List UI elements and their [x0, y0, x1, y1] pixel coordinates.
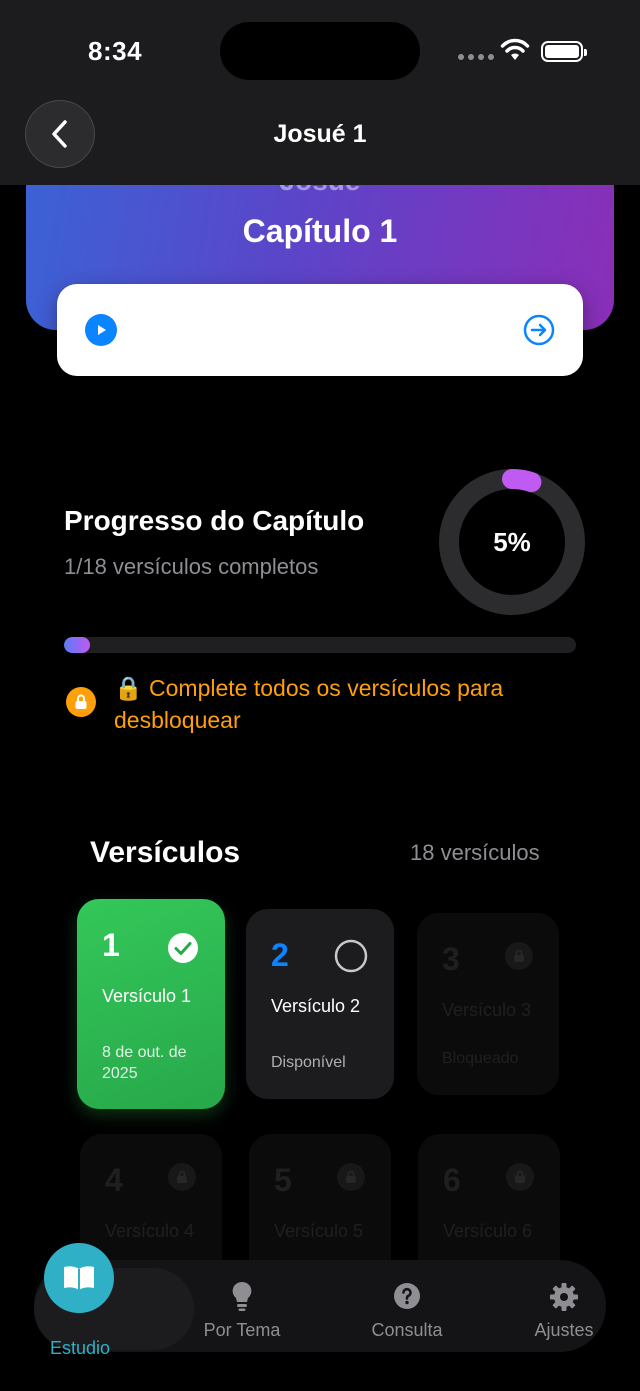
- tab-ajustes[interactable]: Ajustes: [516, 1282, 612, 1341]
- tab-label: Por Tema: [203, 1320, 281, 1340]
- cellular-signal-icon: [458, 54, 494, 60]
- tab-consulta[interactable]: Consulta: [359, 1282, 455, 1341]
- continue-study-card[interactable]: Continuar estudo Versículo 2: [57, 284, 583, 376]
- verse-label: Versículo 2: [271, 996, 361, 1016]
- lock-icon: [337, 1163, 365, 1191]
- verses-count: 18 versículos: [410, 840, 540, 865]
- hero-chapter-title: Capítulo 1: [242, 213, 398, 249]
- book-icon: [64, 1266, 94, 1290]
- arrow-right-circle-icon[interactable]: [523, 314, 555, 346]
- tab-label: Ajustes: [534, 1320, 594, 1340]
- lock-icon: [168, 1163, 196, 1191]
- verse-number: 4: [105, 1162, 123, 1198]
- dynamic-island: [220, 22, 420, 80]
- continue-label: Continuar estudo: [140, 304, 281, 323]
- verse-number: 5: [274, 1162, 292, 1198]
- verse-number: 2: [271, 937, 289, 973]
- verse-label: Versículo 5: [274, 1221, 364, 1241]
- tab-estudio[interactable]: [44, 1243, 114, 1313]
- verse-status: Bloqueado: [442, 1050, 519, 1067]
- navigation-bar: Josué 1: [0, 100, 640, 185]
- page-title: Josué 1: [273, 120, 367, 148]
- play-icon: [85, 314, 117, 346]
- verse-label: Versículo 6: [443, 1221, 533, 1241]
- verse-label: Versículo 4: [105, 1221, 195, 1241]
- verse-card-3[interactable]: 3 Versículo 3 Bloqueado: [417, 913, 559, 1095]
- verse-card-1[interactable]: 1 Versículo 1 8 de out. de 2025: [77, 899, 225, 1109]
- verse-status: Disponível: [271, 1054, 346, 1071]
- question-icon: [394, 1283, 420, 1309]
- progress-bar: [64, 637, 576, 653]
- verse-number: 3: [442, 941, 460, 977]
- verse-label: Versículo 1: [102, 986, 192, 1006]
- verse-card-2[interactable]: 2 Versículo 2 Disponível: [246, 909, 394, 1099]
- lock-icon: [66, 687, 96, 717]
- verse-number: 6: [443, 1162, 461, 1198]
- verse-date: 8 de out. de 2025: [102, 1044, 187, 1082]
- checkmark-circle-icon: [168, 933, 198, 963]
- lightbulb-icon: [232, 1281, 252, 1311]
- progress-title: Progresso do Capítulo: [64, 505, 365, 536]
- continue-verse: Versículo 2: [140, 330, 257, 355]
- gear-icon: [550, 1283, 578, 1311]
- progress-bar-fill: [64, 637, 90, 653]
- lock-icon: [505, 942, 533, 970]
- tab-por-tema[interactable]: Por Tema: [194, 1280, 290, 1341]
- verse-label: Versículo 3: [442, 1000, 532, 1020]
- battery-icon: [541, 41, 587, 62]
- verse-number: 1: [102, 927, 120, 963]
- verses-section-title: Versículos: [90, 836, 241, 869]
- progress-percent: 5%: [493, 526, 531, 557]
- unlock-message: 🔒 Complete todos os versículos para desb…: [114, 675, 504, 733]
- tab-estudio-label[interactable]: Estudio: [30, 1338, 130, 1359]
- status-time: 8:34: [88, 36, 143, 66]
- wifi-icon: [500, 38, 530, 60]
- empty-circle-icon: [334, 939, 368, 973]
- lock-icon: [506, 1163, 534, 1191]
- tab-label: Consulta: [371, 1320, 443, 1340]
- status-bar: 8:34: [0, 0, 640, 100]
- progress-subtitle: 1/18 versículos completos: [64, 554, 319, 579]
